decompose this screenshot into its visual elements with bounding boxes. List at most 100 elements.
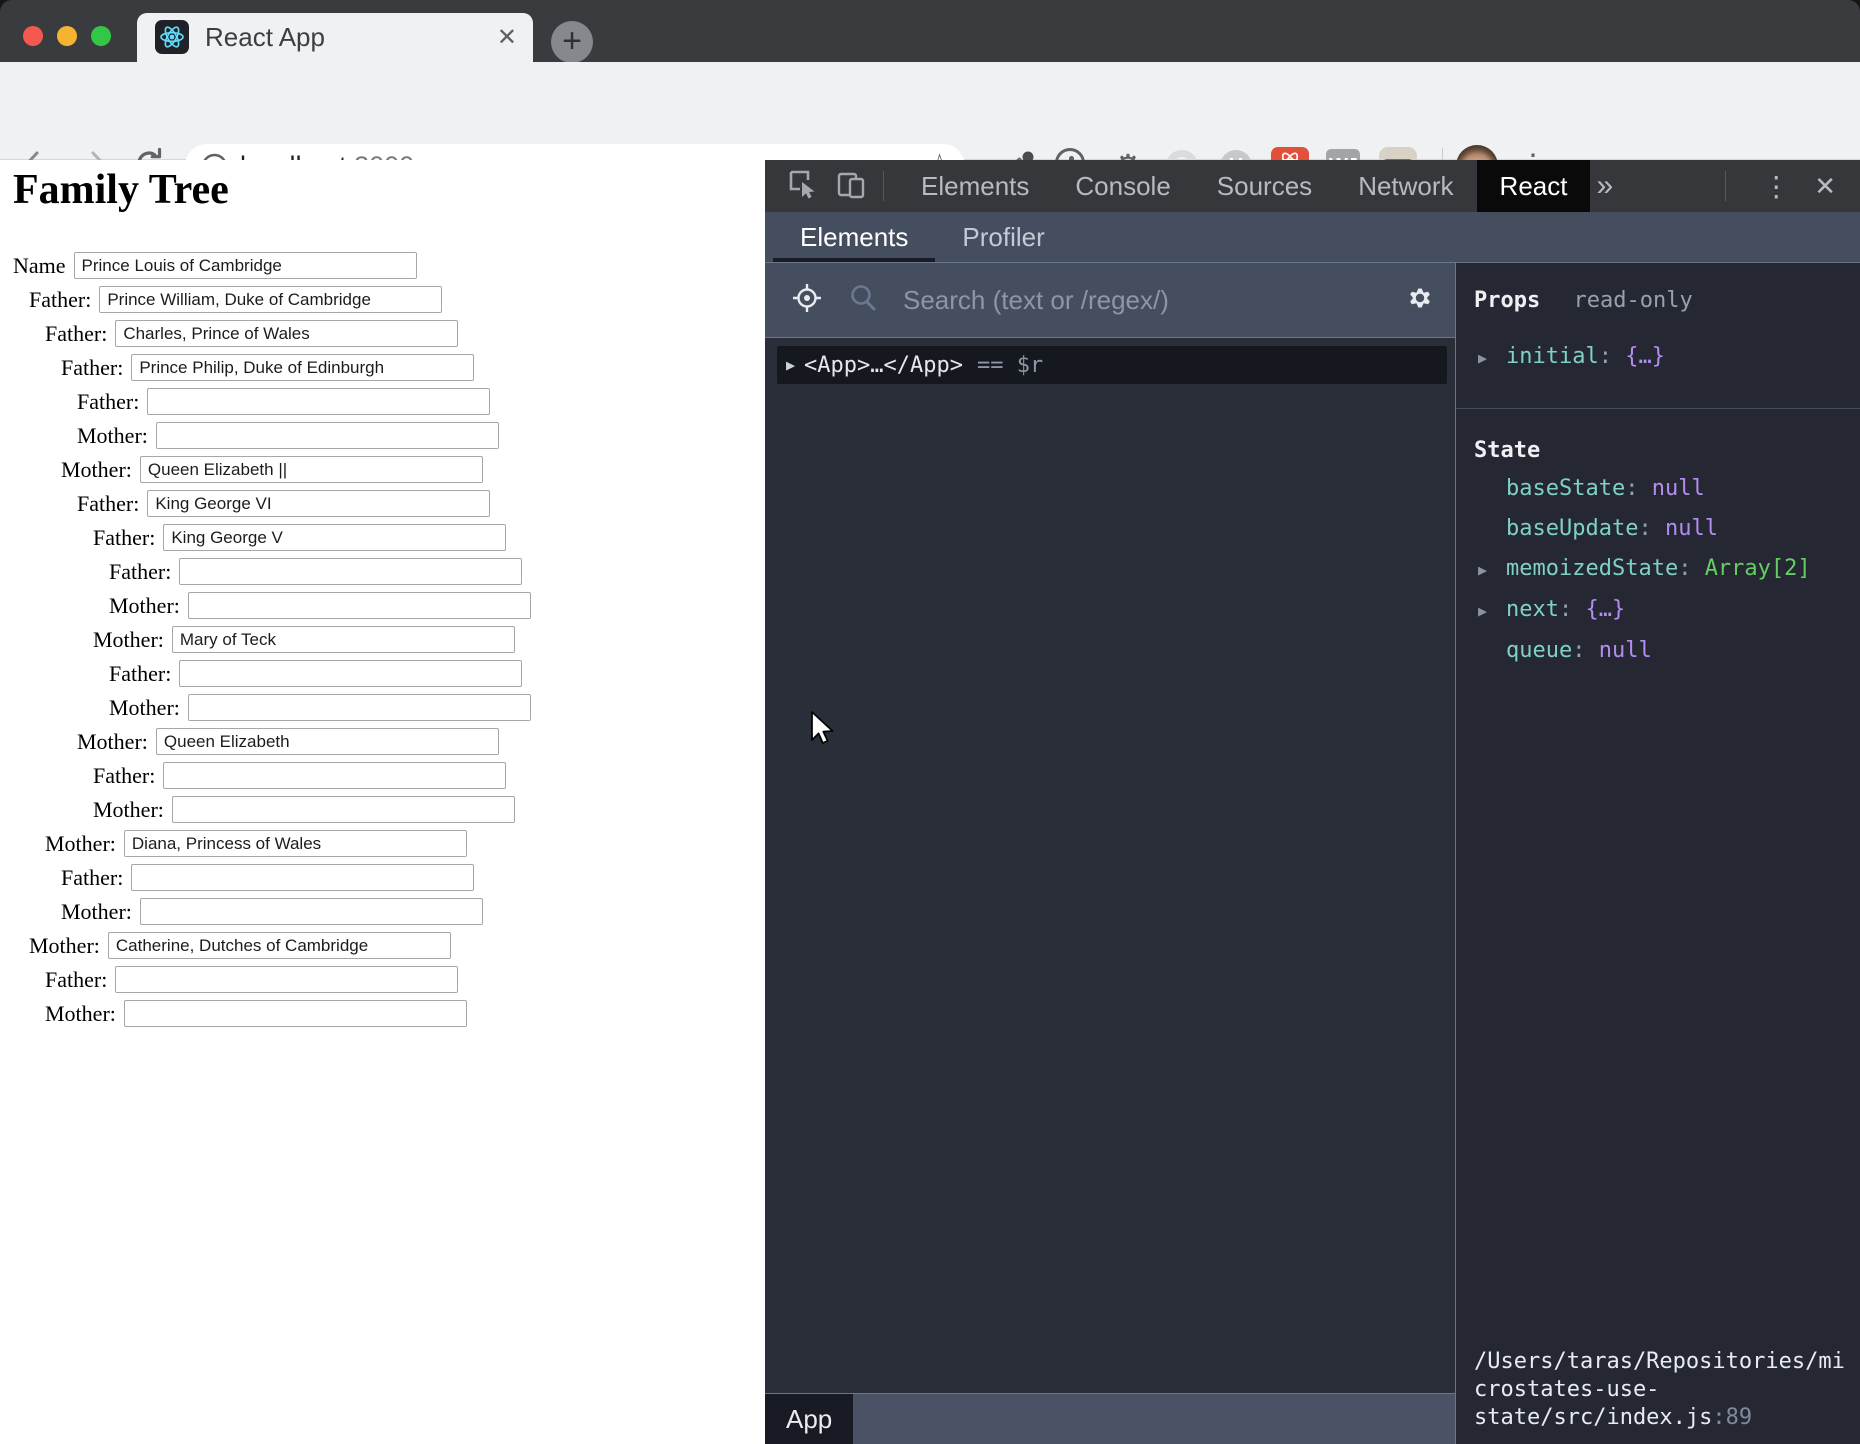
toolbar-separator-right [1725,171,1726,201]
inspect-component-crosshair-icon[interactable] [791,282,823,319]
devtools-menu-icon[interactable]: ⋮ [1762,170,1790,203]
props-section-header: Props read-only [1456,283,1860,319]
component-tag: <App>…</App> [804,353,963,378]
person-name-input[interactable] [124,1000,467,1027]
inspect-element-icon[interactable] [787,168,819,205]
state-title: State [1474,438,1540,463]
kv-value: null [1652,476,1705,501]
kv-value: Array[2] [1705,556,1811,581]
person-name-input[interactable] [179,558,522,585]
kv-row-memoizedState: ▶memoizedState: Array[2] [1456,549,1860,590]
person-name-input[interactable] [163,524,506,551]
person-row: Mother: [0,898,765,925]
person-row: Mother: [0,796,765,823]
person-name-input[interactable] [115,966,458,993]
person-name-input[interactable] [140,898,483,925]
react-favicon-icon [155,20,189,54]
kv-colon: : [1625,476,1652,501]
person-label: Father: [93,763,155,789]
expand-arrow-icon[interactable]: ▶ [1474,338,1506,378]
person-name-input[interactable] [108,932,451,959]
tab-strip: React App ✕ + [0,0,1860,62]
person-name-input[interactable] [124,830,467,857]
person-label: Mother: [93,797,164,823]
person-label: Mother: [93,627,164,653]
person-label: Father: [61,865,123,891]
person-name-input[interactable] [131,864,474,891]
devtools-close-icon[interactable]: ✕ [1814,171,1836,202]
new-tab-button[interactable]: + [551,21,593,63]
panel-tab-profiler[interactable]: Profiler [935,212,1071,262]
tree-row-app[interactable]: ▶ <App>…</App> == $r [777,346,1447,384]
person-label: Father: [77,389,139,415]
family-tree-form: Name Father: Father: Father: Father: Mother: M… [0,252,765,1034]
kv-colon: : [1599,344,1626,369]
person-name-input[interactable] [147,490,490,517]
more-tabs-icon[interactable]: » [1596,169,1613,203]
person-label: Mother: [109,593,180,619]
panel-tab-elements[interactable]: Elements [773,212,935,262]
person-name-input[interactable] [131,354,474,381]
person-name-input[interactable] [172,626,515,653]
browser-toolbar: localhost:3000 ☆ ⚙ U [0,62,1860,160]
person-name-input[interactable] [156,728,499,755]
source-path: /Users/taras/Repositories/microstates-us… [1474,1349,1845,1430]
kv-colon: : [1678,556,1705,581]
person-name-input[interactable] [140,456,483,483]
browser-window: React App ✕ + localhos [0,0,1860,1444]
person-row: Father: [0,966,765,993]
content-area: Family Tree NameFather:Father:Father:Fat… [0,160,1860,1444]
devtools-tab-react[interactable]: React [1477,160,1591,212]
search-input[interactable] [901,284,1403,317]
person-name-input[interactable] [163,762,506,789]
person-row: Mother: [0,830,765,857]
devtools-tab-elements[interactable]: Elements [898,160,1052,212]
kv-colon: : [1638,516,1665,541]
person-label: Father: [29,287,91,313]
devtools-tab-sources[interactable]: Sources [1194,160,1335,212]
tab-close-icon[interactable]: ✕ [497,13,517,62]
person-label: Father: [93,525,155,551]
person-name-input[interactable] [115,320,458,347]
device-toolbar-icon[interactable] [835,168,867,205]
person-name-input[interactable] [156,422,499,449]
expand-arrow-icon[interactable]: ▶ [1474,591,1506,631]
person-row: Father: [0,524,765,551]
person-name-input[interactable] [179,660,522,687]
person-label: Father: [77,491,139,517]
person-name-input[interactable] [147,388,490,415]
expand-arrow-icon[interactable]: ▶ [786,356,795,374]
traffic-light-close-icon[interactable] [23,26,43,46]
person-row: Father: [0,490,765,517]
browser-tab[interactable]: React App ✕ [137,13,533,62]
person-row: Father: [0,354,765,381]
person-name-input[interactable] [99,286,442,313]
person-label: Mother: [45,831,116,857]
person-label: Mother: [45,1001,116,1027]
person-name-input[interactable] [188,592,531,619]
settings-gear-icon[interactable] [1403,281,1437,320]
props-title: Props [1474,288,1540,313]
source-location[interactable]: /Users/taras/Repositories/microstates-us… [1474,1348,1848,1432]
person-row: Mother: [0,626,765,653]
person-label: Mother: [61,899,132,925]
expand-arrow-icon[interactable]: ▶ [1474,550,1506,590]
kv-key: initial [1506,344,1599,369]
kv-value: {…} [1625,344,1665,369]
devtools-tab-network[interactable]: Network [1335,160,1476,212]
traffic-light-minimize-icon[interactable] [57,26,77,46]
person-label: Father: [45,321,107,347]
section-divider [1456,408,1860,409]
person-row: Father: [0,660,765,687]
kv-key: next [1506,597,1559,622]
person-name-input[interactable] [74,252,417,279]
devtools-tab-console[interactable]: Console [1052,160,1193,212]
component-tree: ▶ <App>…</App> == $r [765,338,1455,1393]
person-name-input[interactable] [188,694,531,721]
breadcrumb-item-app[interactable]: App [765,1394,853,1444]
person-row: Father: [0,762,765,789]
traffic-light-zoom-icon[interactable] [91,26,111,46]
person-label: Mother: [61,457,132,483]
person-row: Name [0,252,765,279]
person-name-input[interactable] [172,796,515,823]
